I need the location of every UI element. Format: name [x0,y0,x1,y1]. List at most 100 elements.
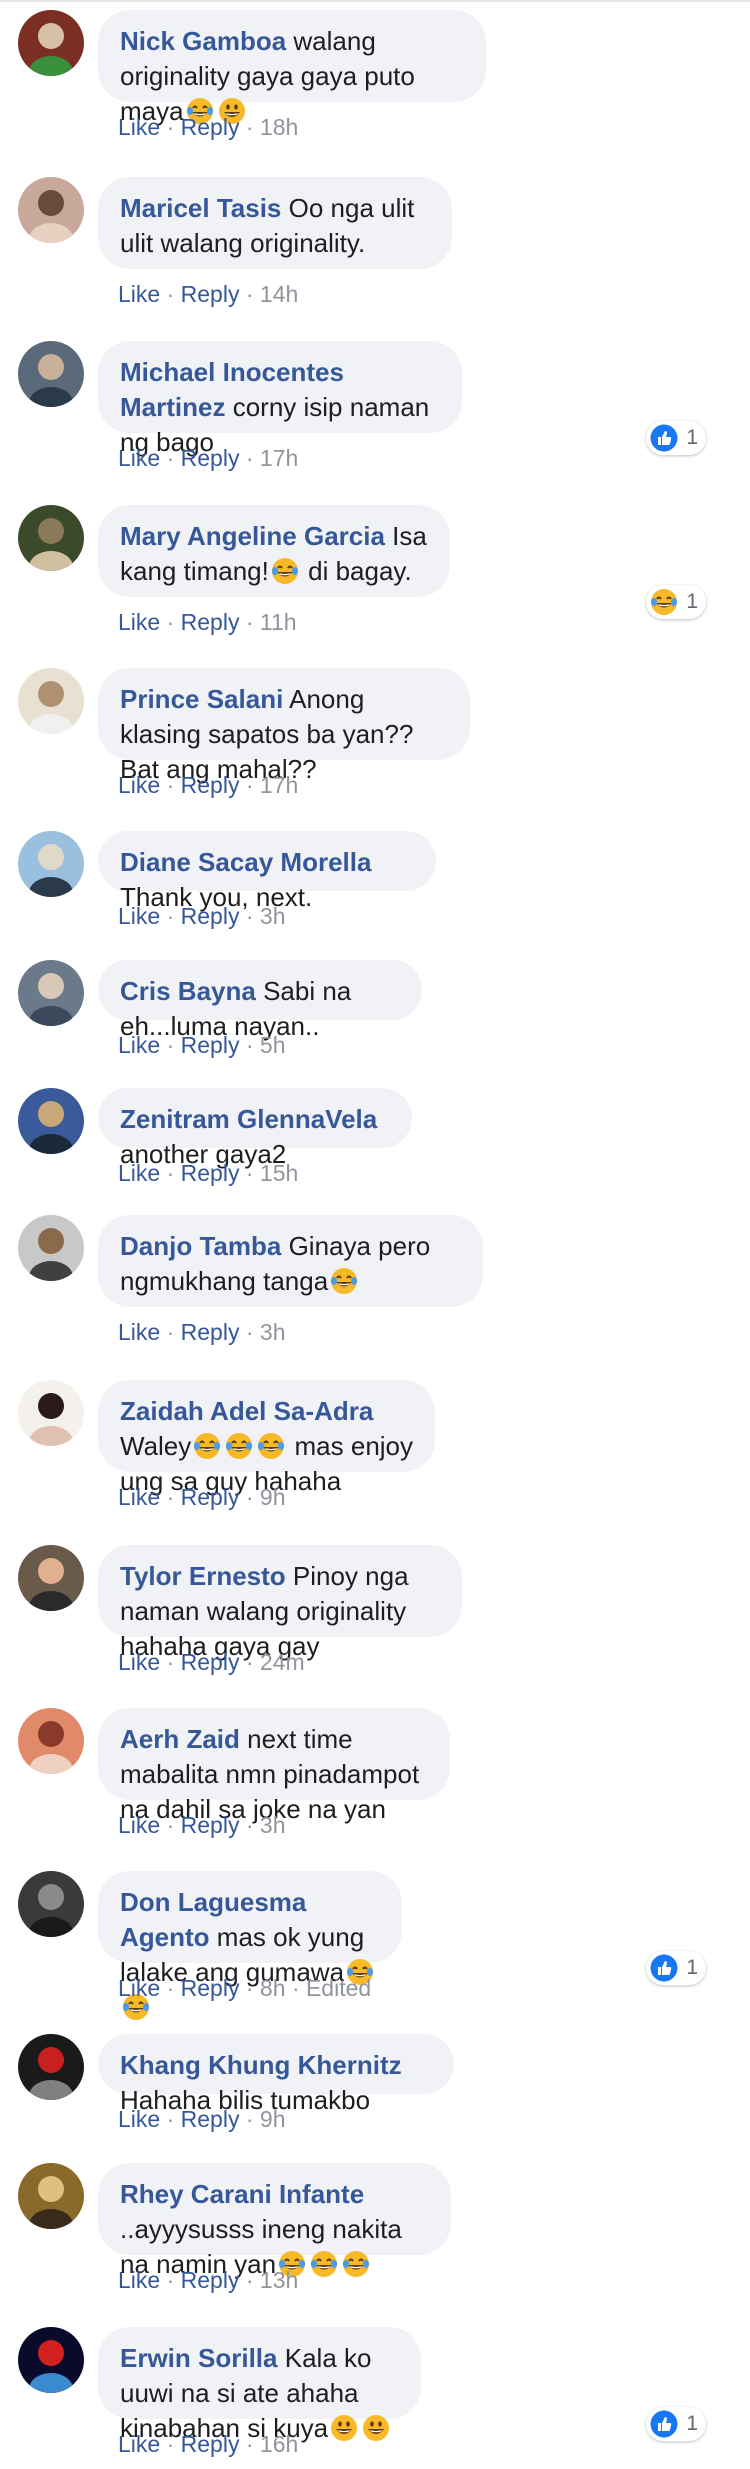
like-link[interactable]: Like [118,2431,160,2457]
avatar[interactable] [18,668,84,734]
commenter-name[interactable]: Zaidah Adel Sa-Adra [120,1396,373,1426]
avatar[interactable] [18,1215,84,1281]
avatar[interactable] [18,1708,84,1774]
timestamp[interactable]: 16h [260,2431,298,2457]
reply-link[interactable]: Reply [181,2267,240,2293]
avatar[interactable] [18,831,84,897]
reply-link[interactable]: Reply [181,281,240,307]
reply-link[interactable]: Reply [181,1649,240,1675]
like-link[interactable]: Like [118,772,160,798]
timestamp[interactable]: 15h [260,1160,298,1186]
commenter-name[interactable]: Erwin Sorilla [120,2343,278,2373]
timestamp[interactable]: 24m [260,1649,305,1675]
avatar[interactable] [18,1088,84,1154]
comment: Diane Sacay Morella Thank you, next. Like… [0,831,750,941]
timestamp[interactable]: 3h [260,1812,286,1838]
commenter-name[interactable]: Mary Angeline Garcia [120,521,385,551]
like-link[interactable]: Like [118,1812,160,1838]
reply-link[interactable]: Reply [181,609,240,635]
timestamp[interactable]: 9h [260,1484,286,1510]
commenter-name[interactable]: Cris Bayna [120,976,256,1006]
separator: · [245,2106,254,2132]
avatar[interactable] [18,1380,84,1446]
comment: Prince Salani Anong klasing sapatos ba y… [0,668,750,810]
avatar[interactable] [18,1545,84,1611]
reply-link[interactable]: Reply [181,2106,240,2132]
like-link[interactable]: Like [118,445,160,471]
grinning-emoji [363,2415,390,2441]
timestamp[interactable]: 13h [260,2267,298,2293]
avatar[interactable] [18,2327,84,2393]
avatar[interactable] [18,505,84,571]
like-link[interactable]: Like [118,1975,160,2001]
avatar[interactable] [18,1871,84,1937]
like-link[interactable]: Like [118,1032,160,1058]
edited-label[interactable]: Edited [306,1975,371,2001]
reply-link[interactable]: Reply [181,2431,240,2457]
separator: · [245,2431,254,2457]
comment: Nick Gamboa walang originality gaya gaya… [0,10,750,152]
avatar[interactable] [18,2163,84,2229]
avatar[interactable] [18,10,84,76]
timestamp[interactable]: 9h [260,2106,286,2132]
timestamp[interactable]: 3h [260,1319,286,1345]
commenter-name[interactable]: Khang Khung Khernitz [120,2050,402,2080]
reply-link[interactable]: Reply [181,1484,240,1510]
timestamp[interactable]: 5h [260,1032,286,1058]
tears-of-joy-emoji [311,2251,338,2277]
avatar[interactable] [18,960,84,1026]
like-link[interactable]: Like [118,609,160,635]
reply-link[interactable]: Reply [181,1319,240,1345]
commenter-name[interactable]: Tylor Ernesto [120,1561,286,1591]
reaction-count-badge[interactable]: 1 [646,1951,706,1985]
reply-link[interactable]: Reply [181,1812,240,1838]
separator: · [166,1484,175,1510]
tears-of-joy-emoji [258,1433,285,1459]
commenter-name[interactable]: Aerh Zaid [120,1724,240,1754]
timestamp[interactable]: 17h [260,445,298,471]
reply-link[interactable]: Reply [181,114,240,140]
reply-link[interactable]: Reply [181,772,240,798]
like-link[interactable]: Like [118,2106,160,2132]
like-link[interactable]: Like [118,1649,160,1675]
like-link[interactable]: Like [118,114,160,140]
timestamp[interactable]: 11h [260,609,297,635]
commenter-name[interactable]: Nick Gamboa [120,26,286,56]
comment-bubble: Mary Angeline Garcia Isa kang timang! di… [98,505,450,597]
avatar[interactable] [18,2034,84,2100]
commenter-name[interactable]: Prince Salani [120,684,283,714]
commenter-name[interactable]: Diane Sacay Morella [120,847,371,877]
like-link[interactable]: Like [118,1319,160,1345]
like-link[interactable]: Like [118,1484,160,1510]
tears-of-joy-emoji [331,1268,358,1294]
like-link[interactable]: Like [118,903,160,929]
timestamp[interactable]: 14h [260,281,298,307]
reaction-count: 1 [686,590,698,613]
commenter-name[interactable]: Rhey Carani Infante [120,2179,364,2209]
tears-of-joy-emoji [194,1433,221,1459]
commenter-name[interactable]: Danjo Tamba [120,1231,281,1261]
reply-link[interactable]: Reply [181,1975,240,2001]
timestamp[interactable]: 18h [260,114,298,140]
timestamp[interactable]: 3h [260,903,286,929]
reaction-count-badge[interactable]: 1 [646,585,706,619]
commenter-name[interactable]: Zenitram GlennaVela [120,1104,377,1134]
avatar[interactable] [18,341,84,407]
comment-text: Waley [120,1431,192,1461]
reply-link[interactable]: Reply [181,1032,240,1058]
timestamp[interactable]: 17h [260,772,298,798]
reaction-count-badge[interactable]: 1 [646,421,706,455]
avatar[interactable] [18,177,84,243]
like-link[interactable]: Like [118,281,160,307]
comment: Danjo Tamba Ginaya pero ngmukhang tanga L… [0,1215,750,1357]
reply-link[interactable]: Reply [181,1160,240,1186]
like-link[interactable]: Like [118,2267,160,2293]
like-link[interactable]: Like [118,1160,160,1186]
reaction-count-badge[interactable]: 1 [646,2407,706,2441]
separator: · [245,772,254,798]
reply-link[interactable]: Reply [181,445,240,471]
reply-link[interactable]: Reply [181,903,240,929]
thumbs-up-icon [650,424,678,452]
commenter-name[interactable]: Maricel Tasis [120,193,281,223]
timestamp[interactable]: 8h [260,1975,286,2001]
